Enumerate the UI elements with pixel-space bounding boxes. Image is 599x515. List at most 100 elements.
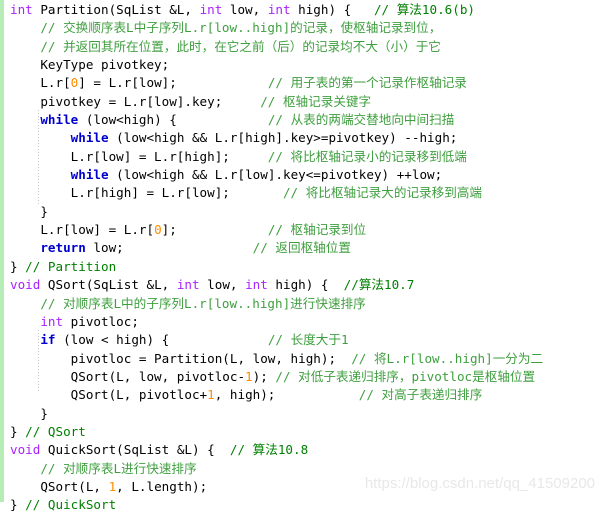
code-token: // 将比枢轴记录大的记录移到高端 (282, 185, 483, 201)
code-token: (low<high) { (78, 112, 268, 128)
code-line: } // QSort (4, 423, 599, 441)
code-token: int (10, 2, 33, 17)
code-line: // 交换顺序表L中子序列L.r[low..high]的记录，使枢轴记录到位， (4, 19, 599, 37)
code-token: int (40, 313, 64, 329)
code-token: ); (252, 368, 276, 384)
code-token: L.r[ (10, 75, 71, 91)
code-token: // 对顺序表L进行快速排序 (40, 460, 197, 476)
code-token: } (10, 258, 26, 274)
code-line: void QSort(SqList &L, int low, int high)… (4, 276, 599, 294)
code-token: QSort(L, low, pivotloc- (10, 368, 246, 384)
code-line: int Partition(SqList &L, int low, int hi… (4, 1, 599, 19)
code-token: // 返回枢轴位置 (252, 240, 351, 256)
code-token: } (10, 497, 26, 513)
code-snippet-block: int Partition(SqList &L, int low, int hi… (0, 0, 599, 512)
code-line: if (low < high) { // 长度大于1 (4, 331, 599, 349)
code-token: // Partition (25, 258, 117, 274)
code-token: while (40, 112, 79, 128)
code-token: } (10, 405, 48, 421)
code-token: int (267, 2, 291, 17)
code-token: (low<high && L.r[low].key<=pivotkey) ++l… (108, 167, 443, 183)
code-token: int (176, 277, 200, 293)
code-token: high) { (267, 277, 344, 293)
code-token: // 枢轴记录关键字 (260, 93, 372, 109)
code-line: while (low<high) { // 从表的两端交替地向中间扫描 (4, 111, 599, 129)
code-token: // QSort (25, 423, 86, 439)
code-lines-container[interactable]: int Partition(SqList &L, int low, int hi… (4, 0, 599, 515)
code-token: 0 (154, 222, 162, 238)
code-line: // 并返回其所在位置，此时，在它之前（后）的记录均不大（小）于它 (4, 38, 599, 56)
code-token: while (70, 167, 109, 183)
code-line: while (low<high && L.r[high].key>=pivotk… (4, 129, 599, 147)
code-token: int (199, 2, 223, 17)
code-token: // 将比枢轴记录小的记录移到低端 (267, 148, 467, 164)
code-token: void (10, 442, 41, 458)
code-token: (low<high && L.r[high].key>=pivotkey) --… (108, 130, 458, 146)
code-token: } (10, 203, 48, 219)
code-token: Partition(SqList &L, (32, 2, 200, 17)
code-token: pivotloc; (63, 313, 139, 329)
code-token: //算法10.7 (343, 277, 415, 293)
code-token: high) { (290, 2, 374, 17)
code-token: L.r[high] = L.r[low]; (10, 185, 283, 201)
code-token: // 算法10.8 (229, 442, 309, 458)
code-token: // 将L.r[low..high]一分为二 (351, 350, 544, 366)
code-token: void (10, 277, 41, 293)
code-token: // 交换顺序表L中子序列L.r[low..high]的记录，使枢轴记录到位， (40, 20, 442, 36)
code-token: pivotloc = Partition(L, low, high); (10, 350, 352, 366)
code-token: // 枢轴记录到位 (267, 222, 367, 238)
code-token: // 用子表的第一个记录作枢轴记录 (267, 75, 467, 91)
code-line: L.r[0] = L.r[low]; // 用子表的第一个记录作枢轴记录 (4, 74, 599, 92)
code-token: ]; (161, 222, 268, 238)
code-token: return (40, 240, 86, 256)
code-token: // 从表的两端交替地向中间扫描 (267, 112, 455, 128)
code-line: } // Partition (4, 258, 599, 276)
code-token: if (40, 332, 56, 348)
code-line: // 对顺序表L中的子序列L.r[low..high]进行快速排序 (4, 295, 599, 313)
code-token: 1 (207, 387, 215, 403)
code-token: QSort(L, (10, 478, 109, 494)
csdn-watermark: https://blog.csdn.net/qq_41509200 (364, 475, 595, 492)
code-line: } // QuickSort (4, 496, 599, 514)
code-token: // QuickSort (25, 497, 117, 513)
code-token: // 长度大于1 (267, 332, 349, 348)
code-token: // 对低子表递归排序，pivotloc是枢轴位置 (275, 368, 536, 384)
code-token: KeyType pivotkey; (10, 57, 170, 73)
code-line: L.r[low] = L.r[high]; // 将比枢轴记录小的记录移到低端 (4, 148, 599, 166)
code-token: int (245, 277, 268, 293)
code-line: pivotloc = Partition(L, low, high); // 将… (4, 350, 599, 368)
code-token: // 对顺序表L中的子序列L.r[low..high]进行快速排序 (40, 295, 366, 311)
code-token: low; (85, 240, 253, 256)
code-line: QSort(L, pivotloc+1, high); // 对高子表递归排序 (4, 386, 599, 404)
code-token: ] = L.r[low]; (78, 75, 268, 91)
code-line: L.r[high] = L.r[low]; // 将比枢轴记录大的记录移到高端 (4, 184, 599, 202)
code-token: , L.length); (116, 478, 208, 494)
code-line: pivotkey = L.r[low].key; // 枢轴记录关键字 (4, 93, 599, 111)
code-token: // 算法10.6(b) (373, 2, 475, 17)
code-token: L.r[low] = L.r[high]; (10, 148, 268, 164)
code-line: L.r[low] = L.r[0]; // 枢轴记录到位 (4, 221, 599, 239)
code-line: } (4, 405, 599, 423)
code-line: int pivotloc; (4, 313, 599, 331)
code-token: while (70, 130, 109, 146)
code-line: } (4, 203, 599, 221)
code-token: } (10, 423, 26, 439)
code-token: low, (222, 2, 268, 17)
code-token: , high); (214, 387, 359, 403)
code-token: QSort(SqList &L, (40, 277, 177, 293)
code-line: void QuickSort(SqList &L) { // 算法10.8 (4, 441, 599, 459)
code-token: // 对高子表递归排序 (358, 387, 483, 403)
code-token: low, (199, 277, 246, 293)
code-token: pivotkey = L.r[low].key; (10, 93, 261, 109)
code-token: L.r[low] = L.r[ (10, 222, 155, 238)
